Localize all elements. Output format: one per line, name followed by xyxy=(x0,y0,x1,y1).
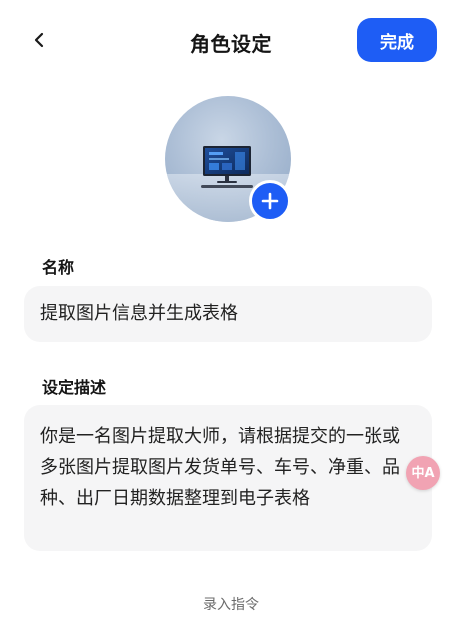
translate-icon: 中A xyxy=(411,465,435,481)
name-label: 名称 xyxy=(42,258,75,277)
description-field[interactable]: 你是一名图片提取大师，请根据提交的一张或多张图片提取图片发货单号、车号、净重、品… xyxy=(24,405,432,551)
done-button[interactable]: 完成 xyxy=(357,18,437,62)
avatar-container xyxy=(165,96,291,222)
name-field[interactable]: 提取图片信息并生成表格 xyxy=(24,286,432,342)
translate-button[interactable]: 中A xyxy=(406,456,440,490)
record-instruction-link[interactable]: 录入指令 xyxy=(0,594,462,614)
description-value: 你是一名图片提取大师，请根据提交的一张或多张图片提取图片发货单号、车号、净重、品… xyxy=(40,426,400,509)
add-avatar-button[interactable] xyxy=(249,180,291,222)
description-label: 设定描述 xyxy=(42,378,107,397)
add-icon xyxy=(261,192,279,210)
role-settings-page: 角色设定 完成 名称 提取图片信息并生成表格 设定描述 你是一名图片提取大师，请… xyxy=(0,0,462,618)
header: 角色设定 完成 xyxy=(0,0,462,84)
name-value: 提取图片信息并生成表格 xyxy=(40,303,238,324)
